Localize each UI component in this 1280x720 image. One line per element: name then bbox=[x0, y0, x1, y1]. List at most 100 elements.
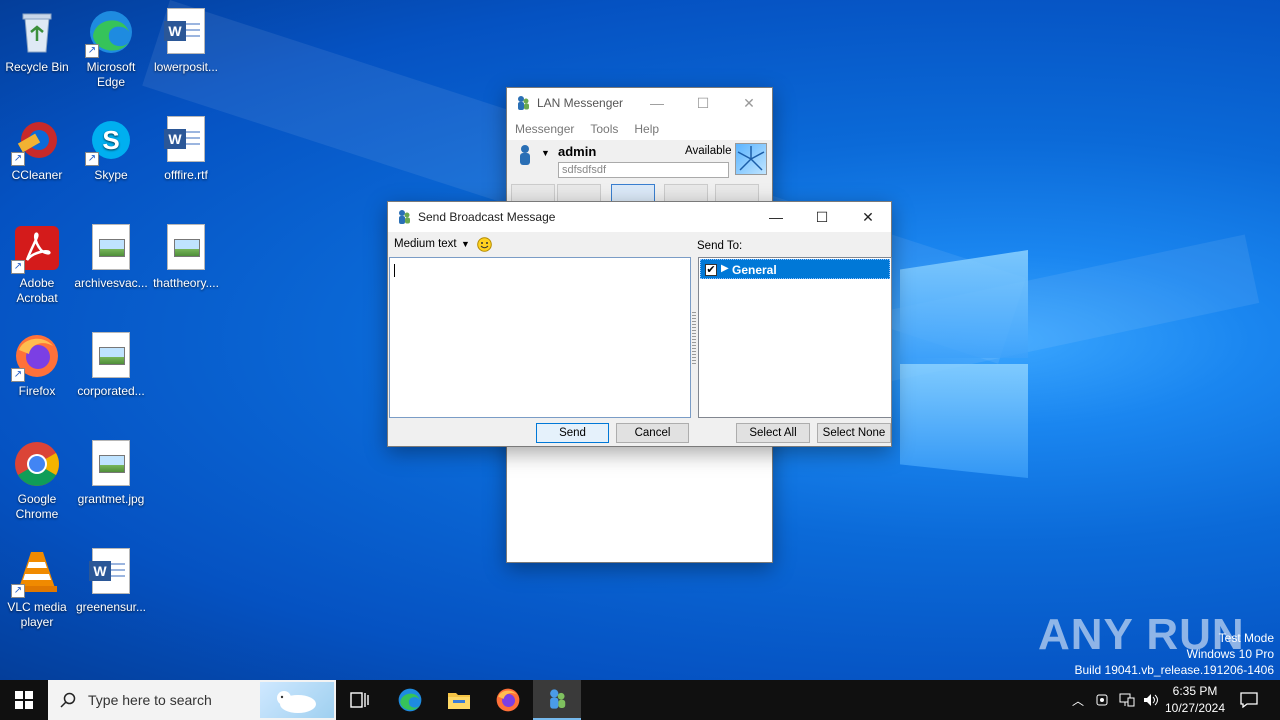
taskbar-firefox[interactable] bbox=[484, 680, 532, 720]
search-highlight-image bbox=[260, 682, 334, 718]
expand-arrow-icon[interactable]: ▶ bbox=[721, 263, 729, 274]
task-view-icon bbox=[350, 692, 369, 708]
close-button[interactable]: ✕ bbox=[845, 202, 891, 232]
recipient-list[interactable]: ✔ ▶ General bbox=[698, 257, 892, 418]
minimize-button[interactable]: — bbox=[753, 202, 799, 232]
edition-line: Windows 10 Pro bbox=[1186, 647, 1274, 661]
icon-label: Google Chrome bbox=[15, 492, 59, 521]
firefox-icon bbox=[496, 688, 520, 712]
test-mode-line: Test Mode bbox=[1218, 631, 1274, 645]
image-file-icon bbox=[87, 332, 135, 380]
dialog-title: Send Broadcast Message bbox=[418, 210, 556, 224]
menu-help[interactable]: Help bbox=[634, 122, 659, 136]
desktop-icon-greenensur[interactable]: W greenensur... bbox=[74, 548, 148, 615]
windows-wallpaper-logo bbox=[898, 240, 1030, 480]
tray-app-icon[interactable] bbox=[1092, 680, 1112, 720]
desktop-icon-corporated[interactable]: corporated... bbox=[74, 332, 148, 399]
send-button[interactable]: Send bbox=[536, 423, 609, 443]
shortcut-arrow-icon: ↗ bbox=[11, 368, 25, 382]
volume-icon[interactable] bbox=[1140, 680, 1162, 720]
image-file-icon bbox=[87, 440, 135, 488]
user-status-icon[interactable] bbox=[517, 144, 533, 166]
menu-messenger[interactable]: Messenger bbox=[515, 122, 574, 136]
message-textarea[interactable] bbox=[389, 257, 691, 418]
icon-label: CCleaner bbox=[11, 168, 63, 182]
group-label: General bbox=[732, 263, 777, 277]
desktop-icon-offfire[interactable]: W offfire.rtf bbox=[149, 116, 223, 183]
desktop-icon-archivesvac[interactable]: archivesvac... bbox=[74, 224, 148, 291]
desktop-icon-firefox[interactable]: ↗ Firefox bbox=[0, 332, 74, 399]
show-hidden-icons-chevron-icon[interactable]: ︿ bbox=[1068, 680, 1088, 720]
desktop-icon-lowerposit[interactable]: W lowerposit... bbox=[149, 8, 223, 75]
list-item-general[interactable]: ✔ ▶ General bbox=[700, 259, 890, 279]
icon-label: Firefox bbox=[18, 384, 56, 398]
clock-time: 6:35 PM bbox=[1172, 684, 1218, 698]
word-doc-icon: W bbox=[162, 8, 210, 56]
task-view-button[interactable] bbox=[336, 680, 384, 720]
desktop-icon-recycle-bin[interactable]: Recycle Bin bbox=[0, 8, 74, 75]
icon-label: lowerposit... bbox=[153, 60, 219, 74]
word-doc-icon: W bbox=[87, 548, 135, 596]
desktop-icon-vlc[interactable]: ↗ VLC media player bbox=[0, 548, 74, 630]
desktop-icon-thattheory[interactable]: thattheory.... bbox=[149, 224, 223, 291]
firefox-icon: ↗ bbox=[11, 332, 61, 382]
icon-label: grantmet.jpg bbox=[77, 492, 145, 506]
folder-icon bbox=[448, 693, 470, 709]
search-box[interactable]: Type here to search bbox=[48, 680, 336, 720]
select-all-button[interactable]: Select All bbox=[736, 423, 810, 443]
icon-label: Microsoft Edge bbox=[86, 60, 136, 89]
icon-label: Recycle Bin bbox=[5, 60, 69, 74]
ccleaner-icon: ↗ bbox=[11, 116, 61, 166]
avatar[interactable] bbox=[735, 143, 767, 175]
notifications-button[interactable] bbox=[1234, 680, 1264, 720]
maximize-button[interactable]: ☐ bbox=[799, 202, 845, 232]
icon-label: offfire.rtf bbox=[164, 168, 208, 182]
test-mode-text: Test Mode Windows 10 Pro Build 19041.vb_… bbox=[1075, 630, 1275, 678]
network-icon[interactable] bbox=[1116, 680, 1138, 720]
desktop-icon-grantmet[interactable]: grantmet.jpg bbox=[74, 440, 148, 507]
broadcast-titlebar[interactable]: Send Broadcast Message — ☐ ✕ bbox=[388, 202, 891, 232]
taskbar-lan-messenger[interactable] bbox=[533, 680, 581, 720]
font-size-dropdown[interactable]: Medium text bbox=[394, 238, 457, 250]
select-none-button[interactable]: Select None bbox=[817, 423, 891, 443]
icon-label: greenensur... bbox=[75, 600, 147, 614]
desktop-icon-skype[interactable]: S ↗ Skype bbox=[74, 116, 148, 183]
cancel-button[interactable]: Cancel bbox=[616, 423, 689, 443]
shortcut-arrow-icon: ↗ bbox=[85, 44, 99, 58]
close-button[interactable]: ✕ bbox=[726, 88, 772, 118]
icon-label: VLC media player bbox=[7, 600, 67, 629]
maximize-button[interactable]: ☐ bbox=[680, 88, 726, 118]
desktop-icon-adobe-acrobat[interactable]: ↗ Adobe Acrobat bbox=[0, 224, 74, 306]
icon-label: archivesvac... bbox=[74, 276, 148, 290]
shortcut-arrow-icon: ↗ bbox=[11, 260, 25, 274]
edge-icon bbox=[398, 688, 422, 712]
desktop-icon-ccleaner[interactable]: ↗ CCleaner bbox=[0, 116, 74, 183]
splitter-handle[interactable] bbox=[692, 312, 696, 366]
chevron-down-icon[interactable]: ▼ bbox=[461, 239, 470, 249]
broadcast-dialog[interactable]: Send Broadcast Message — ☐ ✕ Medium text… bbox=[387, 201, 892, 447]
image-file-icon bbox=[87, 224, 135, 272]
lan-messenger-titlebar[interactable]: LAN Messenger — ☐ ✕ bbox=[507, 88, 772, 118]
status-note-field[interactable]: sdfsdfsdf bbox=[558, 162, 729, 178]
skype-icon: S ↗ bbox=[85, 116, 135, 166]
status-dropdown-icon[interactable]: ▼ bbox=[541, 148, 550, 158]
desktop-icon-microsoft-edge[interactable]: ↗ Microsoft Edge bbox=[74, 8, 148, 90]
user-profile-panel: ▼ admin Available sdfsdfsdf bbox=[507, 140, 772, 184]
acrobat-icon: ↗ bbox=[11, 224, 61, 274]
status-text[interactable]: Available bbox=[685, 145, 731, 157]
start-button[interactable] bbox=[0, 680, 48, 720]
taskbar: Type here to search ︿ 6:35 PM 10/27/2024 bbox=[0, 680, 1280, 720]
shortcut-arrow-icon: ↗ bbox=[11, 584, 25, 598]
text-cursor bbox=[394, 264, 395, 277]
clock[interactable]: 6:35 PM 10/27/2024 bbox=[1164, 683, 1226, 717]
emoticon-icon[interactable] bbox=[477, 237, 492, 252]
taskbar-file-explorer[interactable] bbox=[435, 680, 483, 720]
shortcut-arrow-icon: ↗ bbox=[11, 152, 25, 166]
search-icon bbox=[60, 692, 76, 708]
menu-tools[interactable]: Tools bbox=[590, 122, 618, 136]
minimize-button[interactable]: — bbox=[634, 88, 680, 118]
desktop-icon-google-chrome[interactable]: Google Chrome bbox=[0, 440, 74, 522]
group-checkbox[interactable]: ✔ bbox=[705, 264, 717, 276]
taskbar-edge[interactable] bbox=[386, 680, 434, 720]
icon-label: corporated... bbox=[77, 384, 145, 398]
